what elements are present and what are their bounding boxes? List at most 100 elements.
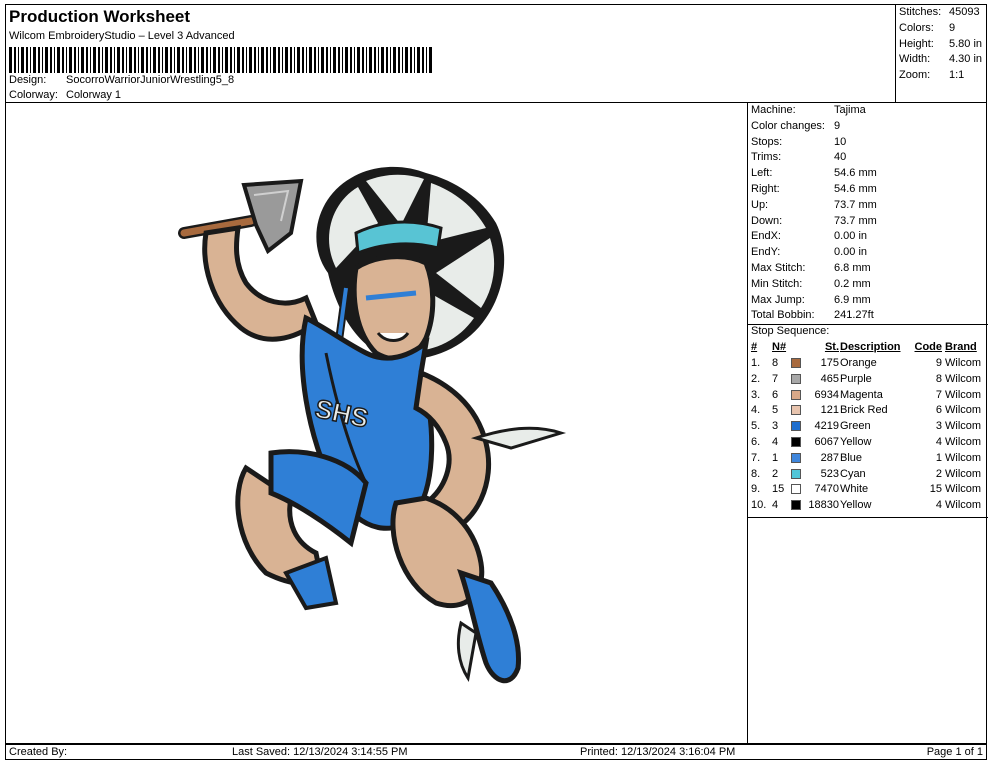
max-jump-row: Max Jump: 6.9 mm — [751, 294, 871, 309]
color-swatch — [791, 484, 801, 495]
barcode-bar — [242, 47, 244, 73]
barcode-bar — [225, 47, 228, 73]
barcode-bar — [422, 47, 424, 73]
trims-row: Trims: 40 — [751, 151, 846, 166]
color-description: Cyan — [840, 467, 866, 480]
created-by: Created By: — [9, 746, 68, 758]
color-description: Blue — [840, 451, 863, 464]
color-code: 3 — [935, 420, 942, 433]
barcode-bar — [410, 47, 412, 73]
color-code: 8 — [935, 372, 942, 385]
barcode-bar — [386, 47, 388, 73]
info-label: Total Bobbin: — [751, 309, 815, 321]
info-label: Down: — [751, 215, 783, 227]
stat-stitches: Stitches: 45093 — [899, 6, 980, 21]
barcode-bar — [398, 47, 400, 73]
barcode-bar — [93, 47, 96, 73]
color-swatch — [791, 373, 801, 384]
total-bobbin-row: Total Bobbin: 241.27ft — [751, 309, 874, 324]
table-row: 6. 4 6067 Yellow 4 Wilcom — [751, 436, 987, 451]
info-label: Max Jump: — [751, 294, 805, 306]
barcode-bar — [158, 47, 160, 73]
barcode-bar — [278, 47, 280, 73]
barcode-bar — [81, 47, 84, 73]
color-description: Yellow — [840, 499, 872, 512]
color-swatch — [791, 421, 801, 432]
color-swatch — [791, 452, 801, 463]
barcode-bar — [165, 47, 168, 73]
stat-colors: Colors: 9 — [899, 22, 955, 37]
worksheet-footer: Created By: Last Saved: 12/13/2024 3:14:… — [5, 744, 987, 760]
stat-value: 1:1 — [949, 69, 965, 81]
table-row: 7. 1 287 Blue 1 Wilcom — [751, 452, 987, 467]
color-description: White — [840, 483, 869, 496]
barcode-bar — [146, 47, 148, 73]
needle-number: 6 — [772, 388, 779, 401]
stat-value: 9 — [949, 22, 956, 34]
thread-brand: Wilcom — [945, 388, 982, 401]
info-value: 10 — [834, 136, 847, 148]
barcode-bar — [354, 47, 355, 73]
barcode-bar — [117, 47, 120, 73]
last-saved: Last Saved: 12/13/2024 3:14:55 PM — [232, 746, 408, 758]
color-swatch — [791, 437, 801, 447]
barcode-bar — [234, 47, 235, 73]
stat-value: 45093 — [949, 6, 980, 18]
thread-brand: Wilcom — [945, 420, 982, 433]
stop-index: 5. — [751, 420, 761, 433]
color-description: Purple — [840, 372, 872, 385]
barcode-bar — [33, 47, 36, 73]
thread-brand: Wilcom — [945, 451, 982, 464]
design-row: Design: SocorroWarriorJuniorWrestling5_8 — [9, 74, 234, 86]
barcode-bar — [362, 47, 364, 73]
info-value: 54.6 mm — [834, 167, 877, 179]
stop-index: 4. — [751, 404, 761, 417]
barcode-bar — [206, 47, 208, 73]
machine-row: Machine: Tajima — [751, 104, 866, 119]
colorway-label: Colorway: — [9, 89, 58, 101]
stat-label: Width: — [899, 53, 931, 65]
barcode-bar — [189, 47, 192, 73]
table-row: 8. 2 523 Cyan 2 Wilcom — [751, 468, 987, 483]
barcode-bar — [90, 47, 91, 73]
barcode-bar — [45, 47, 48, 73]
info-value: Tajima — [834, 104, 866, 116]
stitch-count: 175 — [820, 357, 839, 369]
color-code: 1 — [935, 451, 942, 464]
table-row: 1. 8 175 Orange 9 Wilcom — [751, 357, 987, 372]
thread-brand: Wilcom — [945, 467, 982, 480]
barcode-bar — [129, 47, 132, 73]
table-row: 2. 7 465 Purple 8 Wilcom — [751, 373, 987, 388]
barcode-bar — [114, 47, 115, 73]
col-header-needle: N# — [772, 341, 787, 353]
min-stitch-row: Min Stitch: 0.2 mm — [751, 278, 871, 293]
design-label: Design: — [9, 74, 47, 86]
color-code: 2 — [935, 467, 942, 480]
barcode-bar — [66, 47, 67, 73]
barcode-bar — [201, 47, 204, 73]
color-swatch — [791, 358, 801, 368]
col-header-index: # — [751, 341, 758, 353]
color-changes-row: Color changes: 9 — [751, 120, 840, 135]
barcode-bar — [417, 47, 420, 73]
barcode-bar — [74, 47, 76, 73]
info-value: 54.6 mm — [834, 183, 877, 195]
info-value: 9 — [834, 120, 841, 132]
barcode-bar — [381, 47, 384, 73]
stat-label: Height: — [899, 38, 934, 50]
stops-row: Stops: 10 — [751, 136, 846, 151]
design-preview: SHS — [6, 103, 747, 744]
barcode-bar — [198, 47, 199, 73]
barcode-bar — [174, 47, 175, 73]
info-value: 73.7 mm — [834, 199, 877, 211]
barcode-bar — [342, 47, 343, 73]
endy-row: EndY: 0.00 in — [751, 246, 867, 261]
stitch-count: 6067 — [814, 436, 839, 448]
barcode-bar — [194, 47, 196, 73]
info-value: 0.00 in — [834, 246, 868, 258]
barcode-bar — [429, 47, 432, 73]
barcode-bar — [345, 47, 348, 73]
info-label: Color changes: — [751, 120, 825, 132]
barcode-bar — [110, 47, 112, 73]
col-header-description: Description — [840, 341, 901, 353]
